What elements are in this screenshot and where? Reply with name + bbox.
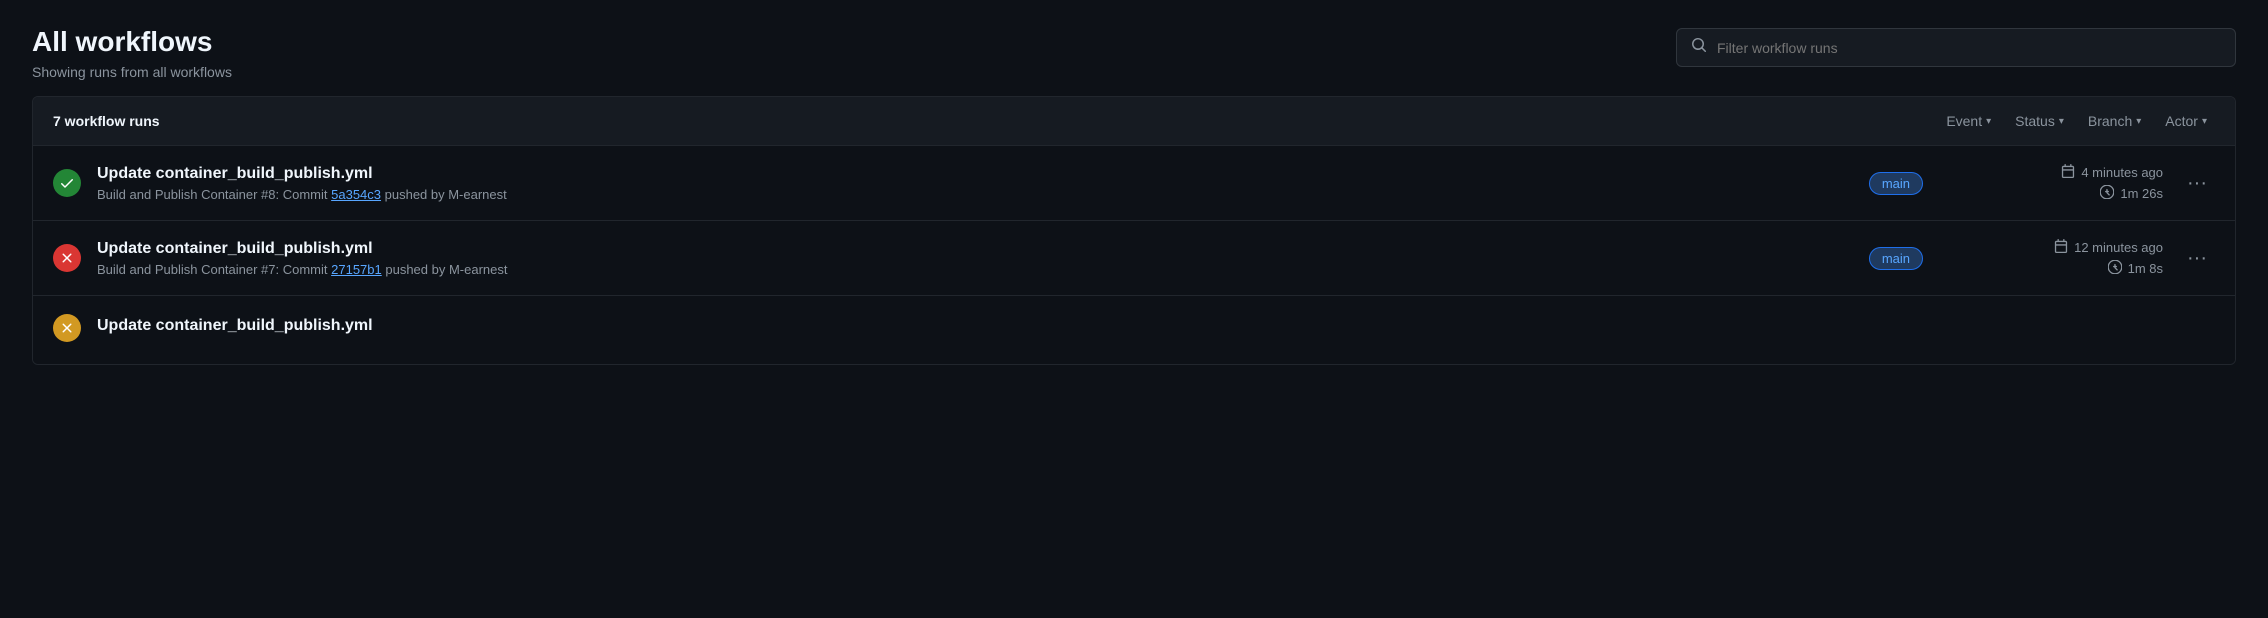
workflow-title: Update container_build_publish.yml (97, 317, 2215, 335)
subtitle-prefix: Build and Publish Container #8: Commit (97, 187, 331, 202)
time-value: 12 minutes ago (2074, 240, 2163, 255)
meta-time: 4 minutes ago (2061, 164, 2163, 181)
time-value: 4 minutes ago (2081, 165, 2163, 180)
branch-badge[interactable]: main (1869, 172, 1923, 195)
status-icon-partial (53, 314, 81, 342)
page-subtitle: Showing runs from all workflows (32, 64, 232, 80)
calendar-icon (2054, 239, 2068, 256)
meta-time: 12 minutes ago (2054, 239, 2163, 256)
table-container: 7 workflow runs Event ▾ Status ▾ Branch … (32, 96, 2236, 365)
workflow-info: Update container_build_publish.yml (97, 317, 2215, 339)
event-filter-button[interactable]: Event ▾ (1938, 109, 1999, 133)
clock-icon (2100, 185, 2114, 202)
table-row: Update container_build_publish.yml Build… (33, 221, 2235, 296)
table-header-filters: Event ▾ Status ▾ Branch ▾ Actor ▾ (1938, 109, 2215, 133)
actor-chevron-icon: ▾ (2202, 116, 2207, 127)
workflow-info: Update container_build_publish.yml Build… (97, 165, 1809, 202)
status-filter-button[interactable]: Status ▾ (2007, 109, 2072, 133)
table-row: Update container_build_publish.yml Build… (33, 146, 2235, 221)
status-chevron-icon: ▾ (2059, 116, 2064, 127)
run-count-label: 7 workflow runs (53, 113, 160, 129)
actor-filter-label: Actor (2165, 113, 2198, 129)
workflow-meta: 4 minutes ago 1m 26s (1983, 164, 2163, 202)
subtitle-suffix: pushed by M-earnest (382, 262, 508, 277)
branch-filter-button[interactable]: Branch ▾ (2080, 109, 2149, 133)
duration-value: 1m 8s (2128, 261, 2163, 276)
status-filter-label: Status (2015, 113, 2055, 129)
table-header: 7 workflow runs Event ▾ Status ▾ Branch … (33, 97, 2235, 146)
status-icon-success (53, 169, 81, 197)
search-input[interactable] (1717, 40, 2221, 56)
commit-link[interactable]: 5a354c3 (331, 187, 381, 202)
status-icon-failure (53, 244, 81, 272)
clock-icon (2108, 260, 2122, 277)
workflow-meta: 12 minutes ago 1m 8s (1983, 239, 2163, 277)
workflow-subtitle: Build and Publish Container #8: Commit 5… (97, 187, 1809, 202)
subtitle-suffix: pushed by M-earnest (381, 187, 507, 202)
commit-link[interactable]: 27157b1 (331, 262, 382, 277)
duration-value: 1m 26s (2120, 186, 2163, 201)
more-options-button-row2[interactable]: ··· (2179, 243, 2215, 274)
meta-duration: 1m 8s (2108, 260, 2163, 277)
branch-chevron-icon: ▾ (2136, 116, 2141, 127)
page-title: All workflows (32, 24, 232, 60)
header-section: All workflows Showing runs from all work… (0, 0, 2268, 96)
more-options-button-row1[interactable]: ··· (2179, 168, 2215, 199)
search-container (1676, 28, 2236, 67)
calendar-icon (2061, 164, 2075, 181)
actor-filter-button[interactable]: Actor ▾ (2157, 109, 2215, 133)
search-icon (1691, 37, 1707, 58)
table-row: Update container_build_publish.yml (33, 296, 2235, 364)
workflow-subtitle: Build and Publish Container #7: Commit 2… (97, 262, 1809, 277)
workflow-title: Update container_build_publish.yml (97, 240, 1809, 258)
workflow-info: Update container_build_publish.yml Build… (97, 240, 1809, 277)
event-chevron-icon: ▾ (1986, 116, 1991, 127)
workflow-title: Update container_build_publish.yml (97, 165, 1809, 183)
event-filter-label: Event (1946, 113, 1982, 129)
header-left: All workflows Showing runs from all work… (32, 24, 232, 80)
branch-filter-label: Branch (2088, 113, 2132, 129)
meta-duration: 1m 26s (2100, 185, 2163, 202)
subtitle-prefix: Build and Publish Container #7: Commit (97, 262, 331, 277)
branch-badge[interactable]: main (1869, 247, 1923, 270)
